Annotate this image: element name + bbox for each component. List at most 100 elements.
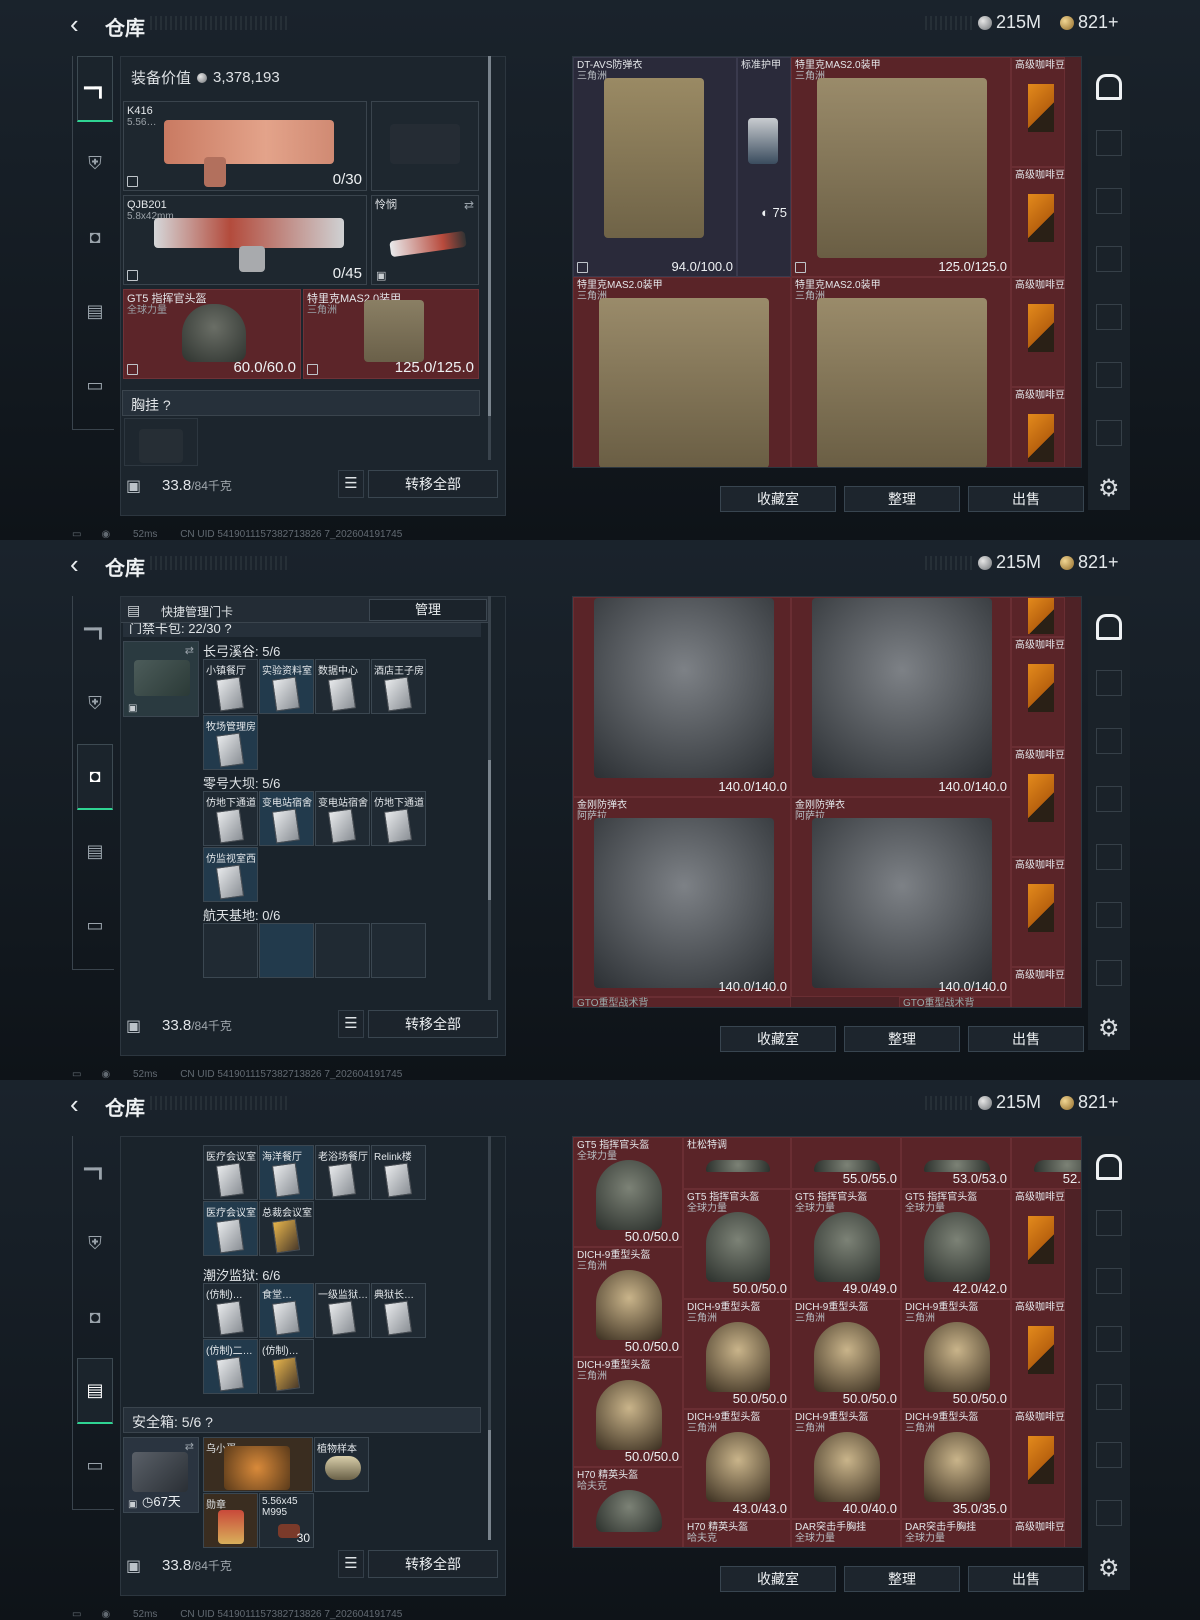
collection-button[interactable]: 收藏室 <box>720 486 836 512</box>
stash-item[interactable]: H70 精英头盔 哈夫克 <box>683 1519 791 1547</box>
stash-item[interactable]: DICH-9重型头盔 三角洲 50.0/50.0 <box>573 1357 683 1467</box>
keycard-slot[interactable]: 老浴场餐厅 <box>315 1145 370 1200</box>
stash-tab-icon[interactable] <box>1096 728 1122 754</box>
keycard-slot[interactable]: 食堂… <box>259 1283 314 1338</box>
stash-tab-icon[interactable] <box>1096 304 1122 330</box>
stash-item[interactable]: 标准护甲 ◐ 75 <box>737 57 791 277</box>
keycard-slot[interactable]: 酒店王子房 <box>371 659 426 714</box>
tab-backpack[interactable]: ◘ <box>77 204 113 270</box>
keycard-slot[interactable]: Relink楼 <box>371 1145 426 1200</box>
list-view-button[interactable]: ☰ <box>338 1010 364 1038</box>
stash-item[interactable]: 53.0/53.0 <box>901 1137 1011 1189</box>
stash-item[interactable]: DICH-9重型头盔 三角洲 50.0/50.0 <box>791 1299 901 1409</box>
tab-safebox[interactable]: ▭ <box>77 1432 113 1498</box>
stash-item[interactable]: 高级咖啡豆 <box>1011 967 1065 1007</box>
stash-item[interactable]: 高级咖啡豆 <box>1011 1519 1065 1547</box>
keycard-slot[interactable] <box>203 923 258 978</box>
keycard-slot[interactable]: 变电站宿舍 <box>259 791 314 846</box>
tab-weapons[interactable]: ━┓ <box>77 596 113 662</box>
keycard-slot[interactable]: 实验资料室 <box>259 659 314 714</box>
stash-tab-icon[interactable] <box>1096 1384 1122 1410</box>
stash-tab-icon[interactable] <box>1096 844 1122 870</box>
keycard-slot[interactable] <box>371 923 426 978</box>
keycard-scroll-thumb[interactable] <box>488 1430 491 1540</box>
currency-silver[interactable]: 215M <box>978 1092 1041 1113</box>
tab-keycards[interactable]: ▤ <box>77 818 113 884</box>
stash-tab-icon[interactable] <box>1096 362 1122 388</box>
home-stash-icon[interactable] <box>1096 74 1122 100</box>
tab-armor[interactable]: ⛨ <box>77 1210 113 1276</box>
stash-item[interactable]: 金刚防弹衣 阿萨拉 140.0/140.0 <box>791 797 1011 997</box>
chest-rig-slot[interactable] <box>124 418 198 466</box>
stash-item[interactable]: 高级咖啡豆 <box>1011 637 1065 747</box>
stash-item[interactable]: 高级咖啡豆 <box>1011 277 1065 387</box>
sort-button[interactable]: 整理 <box>844 486 960 512</box>
safe-item[interactable]: 植物样本 <box>314 1437 369 1492</box>
keycard-slot[interactable]: 典狱长… <box>371 1283 426 1338</box>
tab-backpack[interactable]: ◘ <box>77 744 113 810</box>
stash-item[interactable]: 高级咖啡豆 <box>1011 857 1065 967</box>
sort-button[interactable]: 整理 <box>844 1566 960 1592</box>
tab-armor[interactable]: ⛨ <box>77 670 113 736</box>
stash-tab-icon[interactable] <box>1096 130 1122 156</box>
list-view-button[interactable]: ☰ <box>338 470 364 498</box>
secondary-weapon-slot[interactable]: QJB201 5.8x42mm 0/45 <box>123 195 367 285</box>
sell-button[interactable]: 出售 <box>968 1566 1084 1592</box>
tab-safebox[interactable]: ▭ <box>77 352 113 418</box>
stash-item[interactable]: 特里克MAS2.0装甲 三角洲 <box>573 277 791 467</box>
stash-tab-icon[interactable] <box>1096 1210 1122 1236</box>
keycard-slot[interactable] <box>259 923 314 978</box>
stash-tab-icon[interactable] <box>1096 670 1122 696</box>
safe-item[interactable]: 5.56x45 M995 30 <box>259 1493 314 1548</box>
lock-icon[interactable]: ▣ <box>126 1556 141 1576</box>
swap-icon[interactable]: ⇄ <box>464 198 474 212</box>
pistol-slot[interactable] <box>371 101 479 191</box>
keycard-slot[interactable] <box>315 923 370 978</box>
sort-button[interactable]: 整理 <box>844 1026 960 1052</box>
keycard-bag-slot[interactable]: ⇄ ▣ <box>123 641 199 717</box>
stash-item[interactable]: 140.0/140.0 <box>791 597 1011 797</box>
tab-safebox[interactable]: ▭ <box>77 892 113 958</box>
keycard-slot[interactable]: 仿地下通道 <box>371 791 426 846</box>
stash-item[interactable]: 55.0/55.0 <box>791 1137 901 1189</box>
stash-tab-icon[interactable] <box>1096 902 1122 928</box>
back-icon[interactable]: ‹ <box>70 10 79 38</box>
stash-tab-icon[interactable] <box>1096 1442 1122 1468</box>
stash-tab-icon[interactable] <box>1096 188 1122 214</box>
currency-silver[interactable]: 215M <box>978 12 1041 33</box>
stash-item[interactable]: GTO重型战术背 <box>573 997 791 1007</box>
stash-item[interactable]: 高级咖啡豆 <box>1011 1409 1065 1519</box>
back-icon[interactable]: ‹ <box>70 1090 79 1118</box>
stash-item[interactable]: 金刚防弹衣 阿萨拉 140.0/140.0 <box>573 797 791 997</box>
armor-slot[interactable]: 特里克MAS2.0装甲 三角洲 125.0/125.0 <box>303 289 479 379</box>
keycard-slot[interactable]: 海洋餐厅 <box>259 1145 314 1200</box>
stash-tab-icon[interactable] <box>1096 1500 1122 1526</box>
helmet-slot[interactable]: GT5 指挥官头盔 全球力量 60.0/60.0 <box>123 289 301 379</box>
currency-silver[interactable]: 215M <box>978 552 1041 573</box>
collection-button[interactable]: 收藏室 <box>720 1026 836 1052</box>
currency-gold[interactable]: 821+ <box>1060 12 1119 33</box>
keycard-slot[interactable]: (仿制)… <box>203 1283 258 1338</box>
stash-item[interactable]: GT5 指挥官头盔 全球力量 50.0/50.0 <box>573 1137 683 1247</box>
stash-item[interactable]: 高级咖啡豆 <box>1011 57 1065 167</box>
move-all-button[interactable]: 转移全部 <box>368 470 498 498</box>
keycard-slot[interactable]: 牧场管理房 <box>203 715 258 770</box>
stash-tab-icon[interactable] <box>1096 786 1122 812</box>
stash-item[interactable]: DICH-9重型头盔 三角洲 50.0/50.0 <box>683 1299 791 1409</box>
keycard-slot[interactable]: 总裁会议室 <box>259 1201 314 1256</box>
keycard-scroll-thumb[interactable] <box>488 760 491 900</box>
loadout-scroll-thumb[interactable] <box>488 56 491 416</box>
keycard-slot[interactable]: (仿制)… <box>259 1339 314 1394</box>
currency-gold[interactable]: 821+ <box>1060 1092 1119 1113</box>
stash-item[interactable]: 高级咖啡豆 <box>1011 1299 1065 1409</box>
stash-item[interactable]: DAR突击手胸挂 全球力量 <box>901 1519 1011 1547</box>
sell-button[interactable]: 出售 <box>968 486 1084 512</box>
lock-icon[interactable]: ▣ <box>126 1016 141 1036</box>
stash-item[interactable]: GT5 指挥官头盔 全球力量 50.0/50.0 <box>683 1189 791 1299</box>
move-all-button[interactable]: 转移全部 <box>368 1010 498 1038</box>
safe-box-slot[interactable]: ⇄ ▣ ◷67天 <box>123 1437 199 1513</box>
primary-weapon-slot[interactable]: K416 5.56… 0/30 <box>123 101 367 191</box>
swap-icon[interactable]: ⇄ <box>185 644 194 657</box>
keycard-slot[interactable]: 仿监视室西 <box>203 847 258 902</box>
manage-button[interactable]: 管理 <box>369 599 487 621</box>
